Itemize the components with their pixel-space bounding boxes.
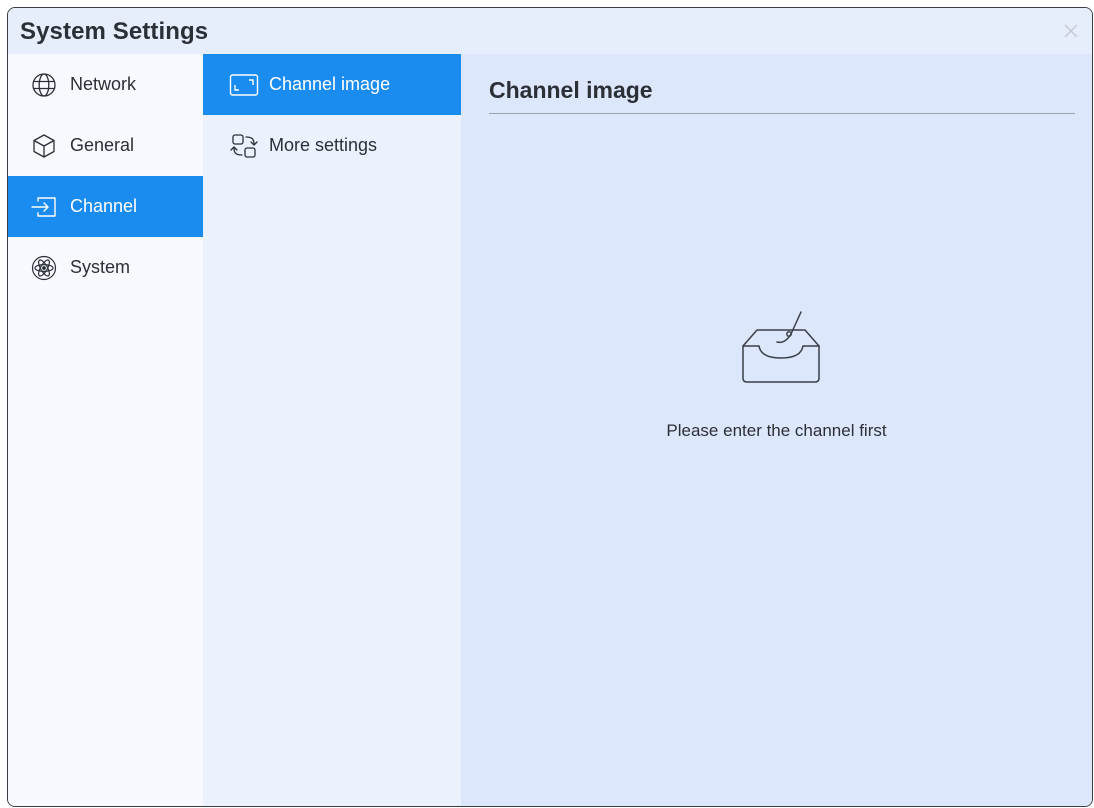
sidebar-item-network[interactable]: Network [8, 54, 203, 115]
subnav-item-channel-image[interactable]: Channel image [203, 54, 461, 115]
content-panel: Channel image Please enter the channel f… [461, 54, 1092, 806]
sidebar-item-label: General [70, 135, 135, 155]
sidebar-item-channel[interactable]: Channel [8, 176, 203, 237]
sidebar-item-system[interactable]: System [8, 237, 203, 298]
cube-icon [30, 132, 58, 160]
sidebar-item-label: Network [70, 74, 137, 94]
subnav-item-label: Channel image [269, 74, 391, 94]
sidebar-item-label: System [70, 257, 131, 277]
frame-corners-icon [229, 71, 259, 99]
window-title: System Settings [20, 18, 209, 45]
globe-icon [30, 71, 58, 99]
subnav: Channel image More settings [203, 54, 461, 806]
atom-icon [30, 254, 58, 282]
empty-tray-icon [739, 308, 823, 386]
settings-window: System Settings Network General Channel … [7, 7, 1093, 807]
sidebar-item-general[interactable]: General [8, 115, 203, 176]
subnav-item-label: More settings [269, 135, 378, 155]
title-bar: System Settings [8, 8, 1092, 54]
sidebar: Network General Channel System [8, 54, 203, 806]
input-arrow-icon [30, 193, 58, 221]
subnav-item-more-settings[interactable]: More settings [203, 115, 461, 176]
close-icon[interactable] [1060, 20, 1082, 42]
page-title: Channel image [489, 77, 653, 103]
swap-boxes-icon [229, 132, 259, 160]
sidebar-item-label: Channel [70, 196, 138, 216]
title-divider [489, 113, 1075, 114]
empty-state-message: Please enter the channel first [666, 421, 887, 440]
